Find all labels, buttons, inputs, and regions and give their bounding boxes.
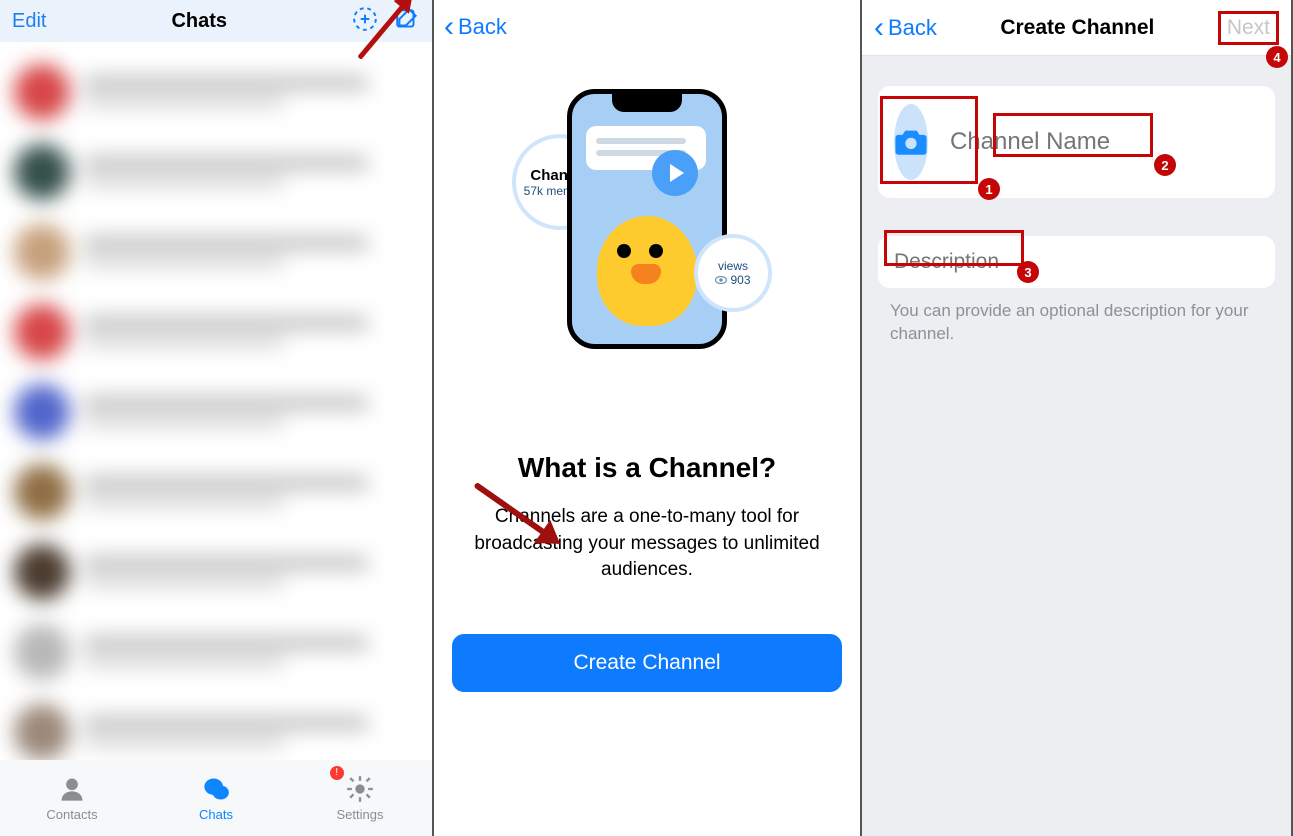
annotation-badge-4: 4 bbox=[1266, 46, 1288, 68]
tab-contacts[interactable]: Contacts bbox=[0, 760, 144, 836]
channel-photo-button[interactable] bbox=[894, 104, 928, 180]
back-button[interactable]: ‹Back bbox=[874, 13, 937, 43]
annotation-badge-3: 3 bbox=[1017, 261, 1039, 283]
chevron-left-icon: ‹ bbox=[444, 12, 454, 42]
camera-icon bbox=[894, 127, 928, 157]
next-button[interactable]: Next bbox=[1218, 11, 1279, 45]
chat-row[interactable] bbox=[0, 292, 432, 372]
tab-contacts-label: Contacts bbox=[46, 807, 97, 822]
chevron-left-icon: ‹ bbox=[874, 13, 884, 43]
annotation-badge-1: 1 bbox=[978, 178, 1000, 200]
tab-chats-label: Chats bbox=[199, 807, 233, 822]
duck-icon bbox=[597, 216, 697, 326]
channel-intro-screen: ‹Back Channel57k members views903 What i… bbox=[434, 0, 862, 836]
channel-name-input[interactable] bbox=[946, 120, 1264, 164]
tab-settings[interactable]: Settings bbox=[288, 760, 432, 836]
intro-heading: What is a Channel? bbox=[434, 452, 860, 484]
channel-desc-card bbox=[878, 236, 1275, 288]
chat-row[interactable] bbox=[0, 52, 432, 132]
avatar bbox=[14, 224, 70, 280]
chats-icon bbox=[202, 775, 230, 803]
annotation-badge-2: 2 bbox=[1154, 154, 1176, 176]
create-header: ‹Back Create Channel Next bbox=[862, 0, 1291, 56]
tab-bar: Contacts Chats Settings ! bbox=[0, 760, 432, 836]
settings-icon bbox=[346, 775, 374, 803]
channel-name-card bbox=[878, 86, 1275, 198]
intro-header: ‹Back bbox=[434, 0, 860, 54]
desc-hint: You can provide an optional description … bbox=[890, 300, 1263, 346]
contacts-icon bbox=[58, 775, 86, 803]
intro-description: Channels are a one-to-many tool for broa… bbox=[434, 504, 860, 584]
illustration-phone bbox=[567, 89, 727, 349]
chat-row[interactable] bbox=[0, 132, 432, 212]
chats-screen: Edit Chats Contacts Chats Settings ! bbox=[0, 0, 434, 836]
chats-header: Edit Chats bbox=[0, 0, 432, 42]
chat-row[interactable] bbox=[0, 452, 432, 532]
play-icon bbox=[652, 150, 698, 196]
edit-button[interactable]: Edit bbox=[12, 10, 46, 33]
back-label: Back bbox=[458, 14, 507, 40]
chat-list[interactable] bbox=[0, 42, 432, 762]
chat-row[interactable] bbox=[0, 612, 432, 692]
avatar bbox=[14, 704, 70, 760]
chats-title: Chats bbox=[171, 10, 227, 33]
channel-illustration: Channel57k members views903 bbox=[434, 54, 860, 384]
avatar bbox=[14, 304, 70, 360]
chat-row[interactable] bbox=[0, 692, 432, 762]
avatar bbox=[14, 144, 70, 200]
chat-row[interactable] bbox=[0, 372, 432, 452]
back-label: Back bbox=[888, 15, 937, 41]
avatar bbox=[14, 64, 70, 120]
avatar bbox=[14, 544, 70, 600]
create-channel-button[interactable]: Create Channel bbox=[452, 634, 842, 692]
avatar bbox=[14, 384, 70, 440]
channel-desc-input[interactable] bbox=[894, 250, 1024, 274]
back-button[interactable]: ‹Back bbox=[444, 12, 507, 42]
create-channel-screen: ‹Back Create Channel Next You can provid… bbox=[862, 0, 1293, 836]
avatar bbox=[14, 624, 70, 680]
chat-row[interactable] bbox=[0, 212, 432, 292]
settings-badge: ! bbox=[330, 766, 344, 780]
tab-chats[interactable]: Chats bbox=[144, 760, 288, 836]
create-title: Create Channel bbox=[1000, 16, 1154, 40]
tab-settings-label: Settings bbox=[337, 807, 384, 822]
chat-row[interactable] bbox=[0, 532, 432, 612]
add-circle-icon[interactable] bbox=[352, 6, 378, 37]
bubble-views: views903 bbox=[694, 234, 772, 312]
avatar bbox=[14, 464, 70, 520]
